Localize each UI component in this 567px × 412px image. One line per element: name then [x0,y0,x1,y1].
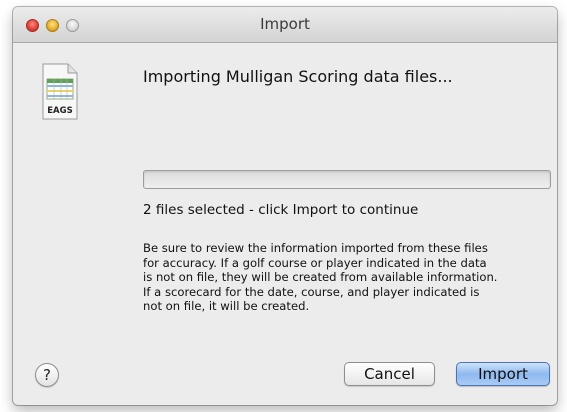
info-line: is not on file, they will be created fro… [143,270,498,284]
eags-document-icon: EAGS [40,63,80,121]
info-text: Be sure to review the information import… [143,241,555,314]
icon-label: EAGS [47,106,72,116]
title-bar: Import [13,7,557,43]
import-progress-bar [143,170,551,189]
info-line: not on file, it will be created. [143,299,310,313]
import-button[interactable]: Import [456,362,550,386]
help-button[interactable]: ? [35,363,59,387]
info-line: for accuracy. If a golf course or player… [143,255,487,270]
info-line: Be sure to review the information import… [143,241,488,255]
import-dialog-window: Import EAGS Importing Mulligan Scoring d… [13,7,557,405]
window-title: Import [260,15,310,33]
cancel-button[interactable]: Cancel [344,362,435,386]
dialog-heading: Importing Mulligan Scoring data files... [143,67,453,86]
status-text: 2 files selected - click Import to conti… [143,202,419,218]
info-line: If a scorecard for the date, course, and… [143,284,480,299]
